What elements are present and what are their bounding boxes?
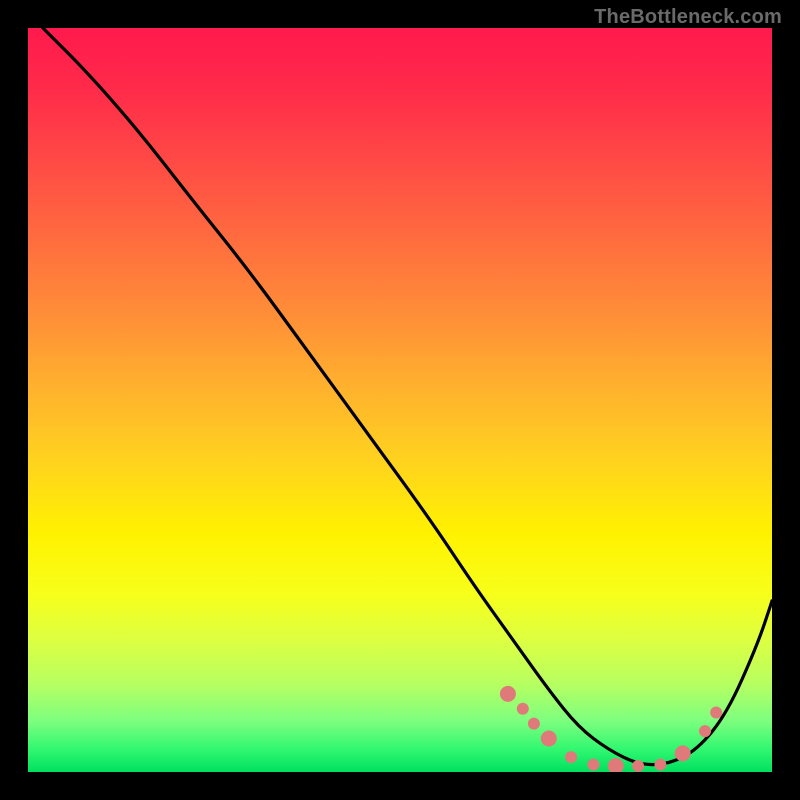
- chart-stage: TheBottleneck.com: [0, 0, 800, 800]
- data-dot: [654, 759, 666, 771]
- data-dots: [500, 686, 722, 772]
- attribution-label: TheBottleneck.com: [594, 6, 782, 29]
- data-dot: [608, 758, 624, 772]
- data-dot: [500, 686, 516, 702]
- data-dot: [675, 745, 691, 761]
- bottleneck-curve: [43, 28, 772, 765]
- data-dot: [565, 751, 577, 763]
- data-dot: [632, 760, 644, 772]
- data-dot: [587, 759, 599, 771]
- chart-svg: [28, 28, 772, 772]
- data-dot: [541, 731, 557, 747]
- data-dot: [517, 703, 529, 715]
- data-dot: [710, 707, 722, 719]
- data-dot: [699, 725, 711, 737]
- data-dot: [528, 718, 540, 730]
- plot-area: [28, 28, 772, 772]
